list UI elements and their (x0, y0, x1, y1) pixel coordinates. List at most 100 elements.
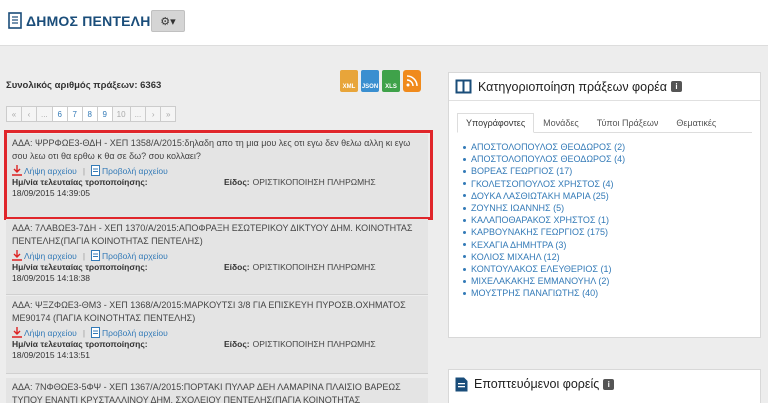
pager-last[interactable]: » (160, 106, 177, 122)
top-bar: ΔΗΜΟΣ ΠΕΝΤΕΛΗΣ ⚙ ▾ (0, 0, 768, 46)
act-title[interactable]: ΑΔΑ: ΨΞΖΦΩΕ3-ΘΜ3 - ΧΕΠ 1368/Α/2015:ΜΑΡΚΟ… (12, 299, 422, 325)
bullet-icon (463, 279, 466, 283)
bullet-icon (463, 194, 466, 198)
info-icon[interactable]: i (671, 81, 683, 92)
type-label: Είδος: (224, 339, 250, 349)
tab-themes[interactable]: Θεματικές (667, 113, 725, 133)
bullet-icon (463, 231, 466, 235)
supervised-panel-header: Εποπτευόμενοι φορείς i (449, 370, 760, 398)
modified-label: Ημ/νία τελευταίας τροποποίησης: (12, 339, 148, 349)
modified-label: Ημ/νία τελευταίας τροποποίησης: (12, 262, 148, 272)
pager-page[interactable]: 6 (51, 106, 68, 122)
type-value: ΟΡΙΣΤΙΚΟΠΟΙΗΣΗ ΠΛΗΡΩΜΗΣ (252, 339, 376, 349)
pager-ellipsis: ... (129, 106, 147, 122)
pager-prev[interactable]: ‹ (21, 106, 37, 122)
columns-icon (455, 79, 472, 94)
act-title[interactable]: ΑΔΑ: 7ΝΦΘΩΕ3-5ΦΨ - ΧΕΠ 1367/Α/2015:ΠΟΡΤΑ… (12, 381, 422, 403)
export-buttons: XML JSON XLS (340, 70, 421, 92)
bullet-icon (463, 182, 466, 186)
signer-link[interactable]: ΚΑΛΑΠΟΘΑΡΑΚΟΣ ΧΡΗΣΤΟΣ (1) (471, 214, 609, 226)
bullet-icon (463, 255, 466, 259)
tab-act-types[interactable]: Τύποι Πράξεων (588, 113, 668, 133)
signer-link[interactable]: ΜΙΧΕΛΑΚΑΚΗΣ ΕΜΜΑΝΟΥΗΛ (2) (471, 275, 609, 287)
bullet-icon (463, 243, 466, 247)
act-record: ΑΔΑ: 7ΛΑΒΩΕ3-7ΔΗ - ΧΕΠ 1370/Α/2015:ΑΠΟΦΡ… (6, 219, 428, 295)
list-item[interactable]: ΜΟΥΣΤΡΗΣ ΠΑΝΑΓΙΩΤΗΣ (40) (463, 287, 760, 299)
signer-link[interactable]: ΓΚΟΛΕΤΣΟΠΟΥΛΟΣ ΧΡΗΣΤΟΣ (4) (471, 178, 614, 190)
list-item[interactable]: ΜΙΧΕΛΑΚΑΚΗΣ ΕΜΜΑΝΟΥΗΛ (2) (463, 275, 760, 287)
chevron-down-icon: ▾ (170, 15, 176, 28)
org-title: ΔΗΜΟΣ ΠΕΝΤΕΛΗΣ (26, 12, 160, 29)
modified-date: 18/09/2015 14:13:51 (12, 350, 90, 360)
list-item[interactable]: ΖΟΥΝΗΣ ΙΩΑΝΝΗΣ (5) (463, 202, 760, 214)
bullet-icon (463, 170, 466, 173)
signer-link[interactable]: ΑΠΟΣΤΟΛΟΠΟΥΛΟΣ ΘΕΟΔΩΡΟΣ (2) (471, 141, 625, 153)
org-title-wrap[interactable]: ΔΗΜΟΣ ΠΕΝΤΕΛΗΣ (8, 12, 159, 29)
signer-link[interactable]: ΒΟΡΕΑΣ ΓΕΩΡΓΙΟΣ (17) (471, 165, 572, 177)
signer-link[interactable]: ΑΠΟΣΤΟΛΟΠΟΥΛΟΣ ΘΕΟΔΩΡΟΣ (4) (471, 153, 625, 165)
pager-ellipsis: ... (36, 106, 53, 122)
pagination: « ‹ ... 6 7 8 9 10 ... › » (6, 106, 177, 122)
signer-link[interactable]: ΜΟΥΣΤΡΗΣ ΠΑΝΑΓΙΩΤΗΣ (40) (471, 287, 598, 299)
tab-signers[interactable]: Υπογράφοντες (457, 113, 535, 133)
list-item[interactable]: ΚΑΛΑΠΟΘΑΡΑΚΟΣ ΧΡΗΣΤΟΣ (1) (463, 214, 760, 226)
type-value: ΟΡΙΣΤΙΚΟΠΟΙΗΣΗ ΠΛΗΡΩΜΗΣ (252, 262, 376, 272)
act-meta: Ημ/νία τελευταίας τροποποίησης: Είδος: Ο… (12, 339, 422, 349)
categories-panel: Κατηγοριοποίηση πράξεων φορέα i Υπογράφο… (448, 72, 761, 338)
bullet-icon (463, 218, 466, 222)
type-label: Είδος: (224, 262, 250, 272)
view-file-link[interactable]: Προβολή αρχείου (102, 251, 168, 261)
document-icon (91, 327, 101, 338)
rss-glyph (406, 75, 418, 87)
act-title[interactable]: ΑΔΑ: 7ΛΑΒΩΕ3-7ΔΗ - ΧΕΠ 1370/Α/2015:ΑΠΟΦΡ… (12, 222, 422, 248)
link-separator: | (82, 327, 86, 338)
categories-panel-header: Κατηγοριοποίηση πράξεων φορέα i (449, 73, 760, 101)
pdf-icon (12, 327, 22, 338)
list-item[interactable]: ΚΟΛΙΟΣ ΜΙΧΑΗΛ (12) (463, 251, 760, 263)
total-acts-count: Συνολικός αριθμός πράξεων: 6363 (6, 80, 162, 91)
settings-button[interactable]: ⚙ ▾ (151, 10, 185, 32)
export-json-button[interactable]: JSON (361, 70, 379, 92)
act-record: ΑΔΑ: ΨΞΖΦΩΕ3-ΘΜ3 - ΧΕΠ 1368/Α/2015:ΜΑΡΚΟ… (6, 296, 428, 374)
bullet-icon (463, 267, 466, 271)
act-record: ΑΔΑ: 7ΝΦΘΩΕ3-5ΦΨ - ΧΕΠ 1367/Α/2015:ΠΟΡΤΑ… (6, 378, 428, 403)
list-item[interactable]: ΚΑΡΒΟΥΝΑΚΗΣ ΓΕΩΡΓΙΟΣ (175) (463, 226, 760, 238)
pager-first[interactable]: « (6, 106, 22, 122)
link-separator: | (82, 250, 86, 261)
view-file-link[interactable]: Προβολή αρχείου (102, 328, 168, 338)
pager-page[interactable]: 8 (81, 106, 98, 122)
export-xml-button[interactable]: XML (340, 70, 358, 92)
signer-link[interactable]: ΔΟΥΚΑ ΛΑΣΘΙΩΤΑΚΗ ΜΑΡΙΑ (25) (471, 190, 609, 202)
list-item[interactable]: ΒΟΡΕΑΣ ΓΕΩΡΓΙΟΣ (17) (463, 165, 760, 177)
signer-link[interactable]: ΚΕΧΑΓΙΑ ΔΗΜΗΤΡΑ (3) (471, 239, 566, 251)
download-file-link[interactable]: Λήψη αρχείου (24, 251, 77, 261)
gear-icon: ⚙ (160, 15, 171, 28)
supervised-panel-title: Εποπτευόμενοι φορείς (474, 377, 600, 391)
signer-link[interactable]: ΚΟΝΤΟΥΛΑΚΟΣ ΕΛΕΥΘΕΡΙΟΣ (1) (471, 263, 612, 275)
rss-icon[interactable] (403, 70, 421, 92)
list-item[interactable]: ΔΟΥΚΑ ΛΑΣΘΙΩΤΑΚΗ ΜΑΡΙΑ (25) (463, 190, 760, 202)
list-item[interactable]: ΚΕΧΑΓΙΑ ΔΗΜΗΤΡΑ (3) (463, 239, 760, 251)
list-item[interactable]: ΚΟΝΤΟΥΛΑΚΟΣ ΕΛΕΥΘΕΡΙΟΣ (1) (463, 263, 760, 275)
info-icon[interactable]: i (603, 378, 615, 390)
document-icon (455, 377, 468, 391)
list-item[interactable]: ΑΠΟΣΤΟΛΟΠΟΥΛΟΣ ΘΕΟΔΩΡΟΣ (2) (463, 141, 760, 153)
signer-link[interactable]: ΚΑΡΒΟΥΝΑΚΗΣ ΓΕΩΡΓΙΟΣ (175) (471, 226, 608, 238)
signer-link[interactable]: ΖΟΥΝΗΣ ΙΩΑΝΝΗΣ (5) (471, 202, 564, 214)
export-xls-button[interactable]: XLS (382, 70, 400, 92)
list-item[interactable]: ΓΚΟΛΕΤΣΟΠΟΥΛΟΣ ΧΡΗΣΤΟΣ (4) (463, 178, 760, 190)
document-icon (91, 250, 101, 261)
pager-page[interactable]: 7 (66, 106, 83, 122)
pager-next[interactable]: › (145, 106, 162, 122)
signer-link[interactable]: ΚΟΛΙΟΣ ΜΙΧΑΗΛ (12) (471, 251, 560, 263)
pager-page[interactable]: 9 (96, 106, 113, 122)
signers-list: ΑΠΟΣΤΟΛΟΠΟΥΛΟΣ ΘΕΟΔΩΡΟΣ (2) ΑΠΟΣΤΟΛΟΠΟΥΛ… (463, 141, 760, 300)
modified-date: 18/09/2015 14:18:38 (12, 273, 90, 283)
pager-page-current[interactable]: 10 (111, 106, 131, 122)
list-item[interactable]: ΑΠΟΣΤΟΛΟΠΟΥΛΟΣ ΘΕΟΔΩΡΟΣ (4) (463, 153, 760, 165)
book-icon (8, 12, 22, 29)
highlight-box (4, 130, 433, 220)
tab-units[interactable]: Μονάδες (534, 113, 588, 133)
supervised-panel: Εποπτευόμενοι φορείς i (448, 369, 761, 403)
download-file-link[interactable]: Λήψη αρχείου (24, 328, 77, 338)
